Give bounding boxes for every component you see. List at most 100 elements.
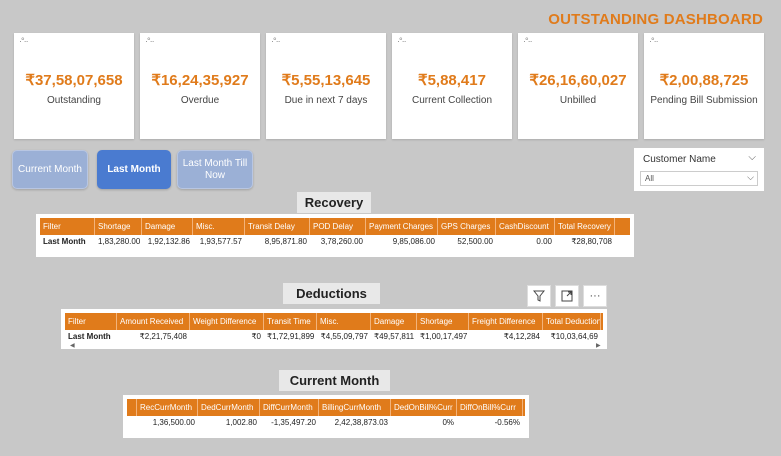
kpi-value: ₹26,16,60,027	[529, 72, 627, 89]
table-cell: 1,83,280.00	[98, 237, 141, 246]
column-header[interactable]: BillingCurrMonth	[319, 399, 391, 416]
customer-name-dropdown[interactable]: All ⌵	[640, 171, 758, 186]
table-cell: 52,500.00	[457, 237, 493, 246]
table-cell: ₹4,12,284	[503, 332, 540, 341]
table-cell: 1,93,577.57	[199, 237, 242, 246]
table-cell: 0%	[442, 418, 454, 427]
table-row: Last Month ₹2,21,75,408 ₹0 ₹1,72,91,899 …	[65, 330, 603, 344]
more-options-icon[interactable]: ···	[583, 285, 607, 307]
column-header[interactable]: Weight Difference	[190, 313, 264, 330]
column-header[interactable]: Payment Charges	[366, 218, 438, 235]
table-cell: -0.56%	[494, 418, 520, 427]
column-header[interactable]: DedOnBill%Curr	[391, 399, 457, 416]
current-month-table: RecCurrMonth DedCurrMonth DiffCurrMonth …	[123, 395, 529, 438]
loading-dots-icon: ·°··	[271, 36, 281, 46]
table-header-row: Filter Amount Received Weight Difference…	[65, 313, 603, 330]
column-header[interactable]: DedCurrMonth	[198, 399, 260, 416]
column-header[interactable]: Total Recovery	[555, 218, 615, 235]
current-month-button[interactable]: Current Month	[12, 150, 88, 189]
last-month-button[interactable]: Last Month	[97, 150, 171, 189]
scroll-right-icon[interactable]: ▶	[596, 342, 601, 349]
table-cell: -1,35,497.20	[271, 418, 316, 427]
chevron-down-icon[interactable]: ⌵	[748, 152, 756, 163]
recovery-table: Filter Shortage Damage Misc. Transit Del…	[36, 214, 634, 257]
loading-dots-icon: ·°··	[397, 36, 407, 46]
loading-dots-icon: ·°··	[19, 36, 29, 46]
column-header[interactable]: Amount Received	[117, 313, 190, 330]
kpi-value: ₹5,55,13,645	[281, 72, 371, 89]
table-row: Last Month 1,83,280.00 1,92,132.86 1,93,…	[40, 235, 630, 249]
column-header[interactable]: Damage	[371, 313, 417, 330]
table-cell: ₹10,03,64,69	[550, 332, 598, 341]
kpi-card-unbilled[interactable]: ·°·· ₹26,16,60,027 Unbilled	[518, 33, 638, 139]
table-cell: 3,78,260.00	[320, 237, 363, 246]
column-header[interactable]	[127, 399, 137, 416]
dropdown-value: All	[645, 174, 654, 183]
table-cell: 8,95,871.80	[264, 237, 307, 246]
loading-dots-icon: ·°··	[523, 36, 533, 46]
customer-name-slicer: Customer Name ⌵ All ⌵	[634, 148, 764, 191]
focus-mode-icon[interactable]	[555, 285, 579, 307]
kpi-label: Due in next 7 days	[284, 95, 368, 106]
kpi-label: Current Collection	[411, 95, 493, 106]
column-header[interactable]: RecCurrMonth	[137, 399, 198, 416]
column-header[interactable]: GPS Charges	[438, 218, 496, 235]
filter-icon[interactable]	[527, 285, 551, 307]
last-month-till-now-button[interactable]: Last Month Till Now	[177, 150, 253, 189]
table-cell: ₹1,00,17,497	[420, 332, 468, 341]
table-cell: 0.00	[536, 237, 552, 246]
kpi-label: Overdue	[180, 95, 220, 106]
table-cell: ₹4,55,09,797	[320, 332, 368, 341]
column-header[interactable]: Transit Time	[264, 313, 317, 330]
column-header[interactable]: Freight Difference	[469, 313, 543, 330]
recovery-title: Recovery	[297, 192, 371, 213]
column-header[interactable]: POD Delay	[310, 218, 366, 235]
kpi-card-due-next-7-days[interactable]: ·°·· ₹5,55,13,645 Due in next 7 days	[266, 33, 386, 139]
visual-toolbar: ···	[527, 285, 607, 307]
table-cell: Last Month	[43, 237, 86, 246]
kpi-card-pending-bill-submission[interactable]: ·°·· ₹2,00,88,725 Pending Bill Submissio…	[644, 33, 764, 139]
column-header[interactable]: Misc.	[193, 218, 245, 235]
kpi-value: ₹37,58,07,658	[25, 72, 123, 89]
current-month-title: Current Month	[279, 370, 390, 391]
column-header[interactable]: Damage	[142, 218, 193, 235]
table-cell: 1,002.80	[225, 418, 257, 427]
table-cell: 1,92,132.86	[147, 237, 190, 246]
column-header[interactable]: Transit Delay	[245, 218, 310, 235]
kpi-card-current-collection[interactable]: ·°·· ₹5,88,417 Current Collection	[392, 33, 512, 139]
loading-dots-icon: ·°··	[145, 36, 155, 46]
slicer-title: Customer Name	[643, 154, 716, 165]
table-cell: 9,85,086.00	[392, 237, 435, 246]
table-cell: ₹28,80,708	[571, 237, 612, 246]
deductions-table: Filter Amount Received Weight Difference…	[61, 309, 607, 349]
kpi-value: ₹5,88,417	[418, 72, 486, 89]
table-cell: 1,36,500.00	[152, 418, 195, 427]
table-header-row: Filter Shortage Damage Misc. Transit Del…	[40, 218, 630, 235]
table-cell: ₹1,72,91,899	[267, 332, 315, 341]
loading-dots-icon: ·°··	[649, 36, 659, 46]
column-header[interactable]: DiffOnBill%Curr	[457, 399, 523, 416]
column-header[interactable]: Shortage	[417, 313, 469, 330]
table-row: 1,36,500.00 1,002.80 -1,35,497.20 2,42,3…	[127, 416, 525, 430]
column-header[interactable]: CashDiscount	[496, 218, 555, 235]
kpi-card-overdue[interactable]: ·°·· ₹16,24,35,927 Overdue	[140, 33, 260, 139]
column-header[interactable]: DiffCurrMonth	[260, 399, 319, 416]
table-cell: ₹0	[251, 332, 261, 341]
page-title: OUTSTANDING DASHBOARD	[548, 11, 763, 28]
kpi-label: Unbilled	[559, 95, 597, 106]
scroll-left-icon[interactable]: ◀	[70, 342, 75, 349]
table-cell: ₹2,21,75,408	[139, 332, 187, 341]
column-header[interactable]: Misc.	[317, 313, 371, 330]
kpi-label: Outstanding	[47, 95, 101, 106]
column-header[interactable]: Shortage	[95, 218, 142, 235]
deductions-title: Deductions	[283, 283, 380, 304]
column-header[interactable]: Filter	[65, 313, 117, 330]
chevron-down-icon: ⌵	[747, 172, 754, 182]
kpi-label: Pending Bill Submission	[650, 95, 758, 106]
table-cell: ₹49,57,811	[374, 332, 415, 341]
kpi-card-outstanding[interactable]: ·°·· ₹37,58,07,658 Outstanding	[14, 33, 134, 139]
kpi-value: ₹2,00,88,725	[659, 72, 749, 89]
table-header-row: RecCurrMonth DedCurrMonth DiffCurrMonth …	[127, 399, 525, 416]
column-header[interactable]: Total Deduction	[543, 313, 601, 330]
column-header[interactable]: Filter	[40, 218, 95, 235]
